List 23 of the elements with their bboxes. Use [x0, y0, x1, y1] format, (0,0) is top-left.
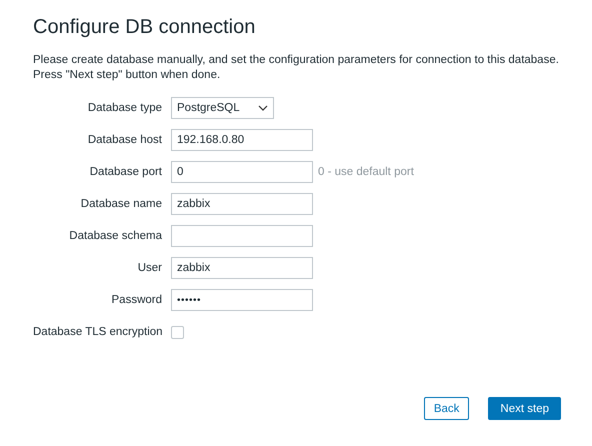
input-field[interactable]: zabbix [171, 193, 313, 215]
field-label: Database TLS encryption [33, 326, 164, 338]
field-label: Database schema [68, 230, 163, 242]
description-text: Press "Next step" button when done. [33, 68, 222, 83]
field-label: Database host [86, 134, 163, 146]
field-label: Password [110, 294, 163, 306]
field-hint: 0 - use default port [318, 166, 414, 178]
database-type-dropdown[interactable]: PostgreSQL [171, 97, 274, 119]
checkbox[interactable] [171, 326, 184, 338]
chevron-down-icon [258, 105, 268, 111]
field-label: Database type [86, 102, 163, 114]
description-text: Please create database manually, and set the configuration parameters for connection to this database. [33, 53, 559, 68]
input-field[interactable]: zabbix [171, 257, 313, 279]
input-field[interactable]: 192.168.0.80 [171, 129, 313, 151]
password-field[interactable]: •••••• [171, 289, 313, 311]
field-label: Database port [88, 166, 163, 178]
input-field[interactable]: 0 [171, 161, 313, 183]
input-field[interactable] [171, 225, 313, 247]
field-label: Database name [80, 198, 163, 210]
field-label: User [136, 262, 163, 274]
page-title: Configure DB connection [33, 15, 256, 40]
back-button[interactable]: Back [424, 397, 470, 420]
next-step-button[interactable]: Next step [488, 397, 561, 420]
